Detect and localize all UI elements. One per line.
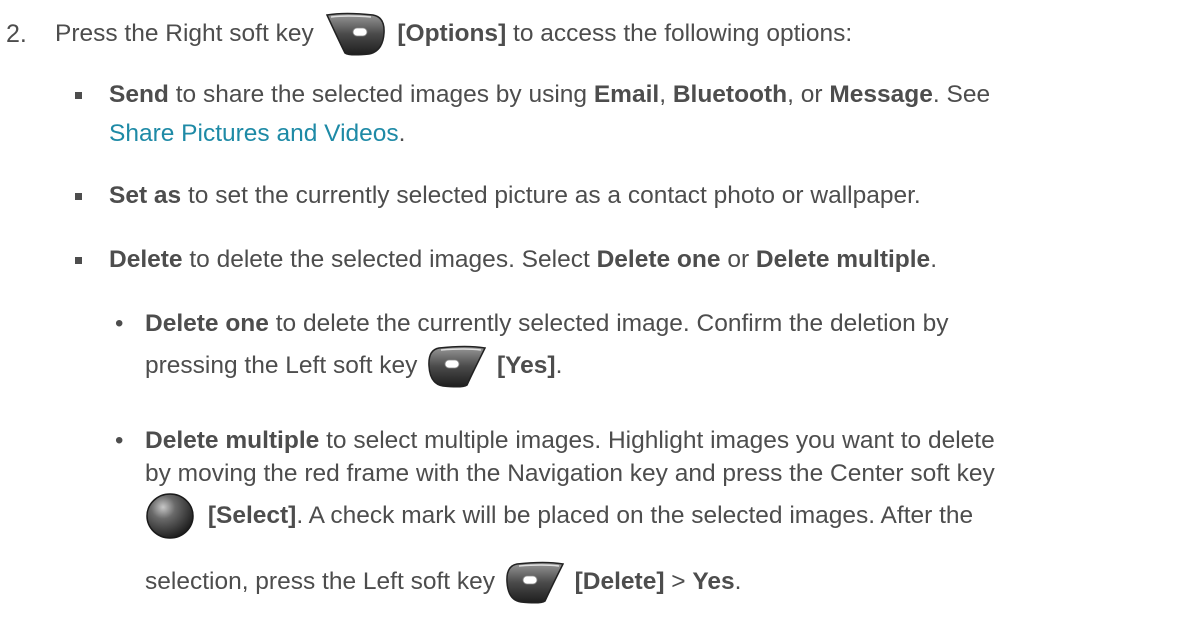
step-line: Press the Right soft key [Options] to ac…	[55, 12, 853, 56]
delete-bullet-line: Delete to delete the selected images. Se…	[109, 245, 937, 275]
sub-delete-multiple-text1: to select multiple images. Highlight ima…	[326, 427, 995, 454]
round-bullet-icon: •	[115, 310, 124, 337]
round-bullet-icon: •	[115, 427, 124, 454]
sub-delete-multiple-text4: selection, press the Left soft key	[145, 568, 495, 595]
delete-period: .	[930, 246, 937, 273]
message-term: Message	[829, 81, 933, 108]
delete-text: to delete the selected images. Select	[189, 246, 590, 273]
sub-delete-one-term: Delete one	[145, 310, 269, 337]
send-bullet-line1: Send to share the selected images by usi…	[109, 80, 990, 110]
send-bullet-line2: Share Pictures and Videos.	[109, 119, 405, 149]
bluetooth-term: Bluetooth	[672, 81, 788, 108]
setas-text: to set the currently selected picture as…	[188, 182, 921, 209]
send-see: . See	[932, 81, 991, 108]
delete-multiple-term: Delete multiple	[755, 246, 931, 273]
delete-one-term: Delete one	[596, 246, 721, 273]
send-period: .	[398, 120, 406, 147]
send-term: Send	[109, 81, 169, 108]
delete-multiple-line2: by moving the red frame with the Navigat…	[145, 459, 995, 489]
step-text-pre: Press the Right soft key	[55, 20, 314, 47]
delete-or: or	[727, 246, 750, 273]
sub-delete-multiple-end: .	[734, 568, 742, 595]
center-key-icon	[145, 492, 195, 540]
options-key-label: [Options]	[397, 20, 507, 47]
send-or: , or	[787, 81, 823, 108]
setas-bullet-line: Set as to set the currently selected pic…	[109, 181, 921, 211]
delete-multiple-line4: selection, press the Left soft key [Dele…	[145, 561, 742, 604]
send-text: to share the selected images by using	[175, 81, 588, 108]
sub-delete-one-end: .	[555, 352, 563, 379]
breadcrumb-separator: >	[671, 568, 686, 595]
left-soft-key-icon	[505, 560, 565, 604]
sub-delete-multiple-text2: by moving the red frame with the Navigat…	[145, 460, 995, 487]
left-soft-key-icon	[427, 344, 487, 388]
yes-term: Yes	[692, 568, 735, 595]
sub-delete-multiple-text3: . A check mark will be placed on the sel…	[296, 502, 974, 529]
delete-multiple-line3: [Select]. A check mark will be placed on…	[145, 492, 974, 539]
delete-key-label: [Delete]	[574, 568, 665, 595]
email-term: Email	[593, 81, 660, 108]
sub-delete-multiple-term: Delete multiple	[145, 427, 320, 454]
share-pictures-link[interactable]: Share Pictures and Videos	[109, 120, 399, 147]
step-text-post: to access the following options:	[513, 20, 853, 47]
delete-term: Delete	[109, 246, 183, 273]
setas-term: Set as	[109, 182, 182, 209]
select-key-label: [Select]	[207, 502, 297, 529]
step-number: 2.	[6, 20, 27, 48]
right-soft-key-icon	[325, 11, 387, 57]
square-bullet-icon	[75, 257, 82, 264]
delete-multiple-line1: Delete multiple to select multiple image…	[145, 426, 995, 456]
square-bullet-icon	[75, 193, 82, 200]
sub-delete-one-text2: pressing the Left soft key	[145, 352, 418, 379]
square-bullet-icon	[75, 92, 82, 99]
sub-delete-one-text1: to delete the currently selected image. …	[275, 310, 949, 337]
yes-key-label: [Yes]	[497, 352, 556, 379]
delete-one-line1: Delete one to delete the currently selec…	[145, 309, 948, 339]
delete-one-line2: pressing the Left soft key [Yes].	[145, 345, 563, 388]
send-comma: ,	[659, 81, 667, 108]
